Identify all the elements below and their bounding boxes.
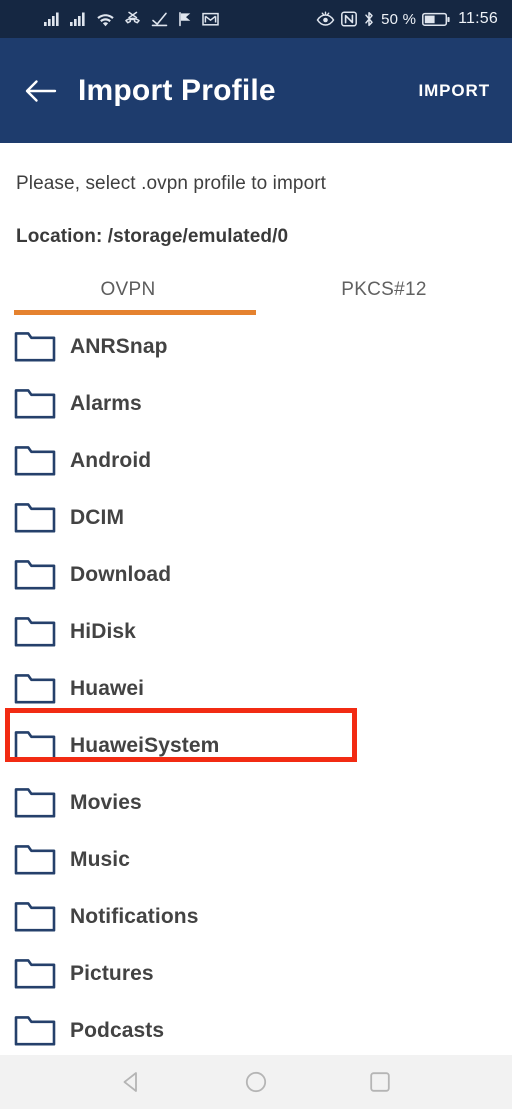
list-item-label: Alarms bbox=[70, 391, 142, 415]
folder-icon bbox=[14, 330, 56, 363]
list-item[interactable]: DCIM bbox=[0, 489, 512, 546]
list-item-label: Android bbox=[70, 448, 152, 472]
folder-icon bbox=[14, 957, 56, 990]
tab-ovpn[interactable]: OVPN bbox=[0, 272, 256, 315]
list-item[interactable]: Android bbox=[0, 432, 512, 489]
instruction-text: Please, select .ovpn profile to import bbox=[16, 173, 327, 194]
list-item-label: HiDisk bbox=[70, 619, 136, 643]
list-item[interactable]: Pictures bbox=[0, 945, 512, 1002]
list-item[interactable]: ANRSnap bbox=[0, 318, 512, 375]
list-item-label: Podcasts bbox=[70, 1018, 165, 1042]
list-item-label: Music bbox=[70, 847, 131, 871]
eye-comfort-icon bbox=[316, 10, 335, 28]
list-item-label: Download bbox=[70, 562, 172, 586]
import-button[interactable]: IMPORT bbox=[418, 81, 490, 101]
page-title: Import Profile bbox=[78, 73, 276, 107]
tab-pkcs12[interactable]: PKCS#12 bbox=[256, 272, 512, 315]
list-item-label: DCIM bbox=[70, 505, 125, 529]
folder-icon bbox=[14, 843, 56, 876]
tab-bar: OVPN PKCS#12 bbox=[0, 272, 512, 315]
wifi-icon bbox=[96, 10, 115, 28]
back-arrow-icon[interactable] bbox=[24, 74, 58, 108]
list-item[interactable]: Alarms bbox=[0, 375, 512, 432]
bluetooth-icon bbox=[363, 10, 375, 28]
list-item-download[interactable]: Download bbox=[0, 546, 512, 603]
battery-percent-label: 50 % bbox=[381, 10, 417, 28]
android-navigation-bar bbox=[0, 1055, 512, 1109]
signal-bars-sim1-icon bbox=[44, 10, 61, 28]
list-item-label: Huawei bbox=[70, 676, 145, 700]
folder-icon bbox=[14, 615, 56, 648]
status-bar: 50 % 11:56 bbox=[0, 0, 512, 38]
folder-icon bbox=[14, 900, 56, 933]
list-item[interactable]: Podcasts bbox=[0, 1002, 512, 1055]
status-bar-right-icons: 50 % 11:56 bbox=[316, 10, 498, 28]
clock-label: 11:56 bbox=[458, 10, 498, 27]
missed-call-icon bbox=[124, 10, 142, 28]
folder-icon bbox=[14, 672, 56, 705]
folder-icon bbox=[14, 1014, 56, 1047]
list-item-label: HuaweiSystem bbox=[70, 733, 220, 757]
phone-screen: 50 % 11:56 Import Profile IMPORT Please,… bbox=[0, 0, 512, 1109]
folder-icon bbox=[14, 786, 56, 819]
list-item[interactable]: HuaweiSystem bbox=[0, 717, 512, 774]
list-item-label: Notifications bbox=[70, 904, 199, 928]
location-label: Location: /storage/emulated/0 bbox=[16, 226, 289, 247]
folder-icon bbox=[14, 387, 56, 420]
folder-icon bbox=[14, 501, 56, 534]
folder-icon bbox=[14, 444, 56, 477]
signal-bars-sim2-icon bbox=[70, 10, 87, 28]
list-item[interactable]: Huawei bbox=[0, 660, 512, 717]
folder-icon bbox=[14, 729, 56, 762]
battery-icon bbox=[422, 10, 450, 28]
nav-back-button[interactable] bbox=[109, 1059, 155, 1105]
status-bar-left-icons bbox=[44, 10, 219, 28]
app-bar: Import Profile IMPORT bbox=[0, 38, 512, 143]
folder-icon bbox=[14, 558, 56, 591]
list-item[interactable]: HiDisk bbox=[0, 603, 512, 660]
list-item-label: Pictures bbox=[70, 961, 154, 985]
list-item-label: Movies bbox=[70, 790, 142, 814]
download-complete-icon bbox=[151, 10, 168, 28]
nav-recents-button[interactable] bbox=[357, 1059, 403, 1105]
list-item-label: ANRSnap bbox=[70, 334, 168, 358]
flag-icon bbox=[177, 10, 193, 28]
gmail-icon bbox=[202, 10, 219, 28]
list-item[interactable]: Notifications bbox=[0, 888, 512, 945]
list-item[interactable]: Movies bbox=[0, 774, 512, 831]
nav-home-button[interactable] bbox=[233, 1059, 279, 1105]
main-content: Please, select .ovpn profile to import L… bbox=[0, 143, 512, 1055]
nfc-icon bbox=[341, 10, 358, 28]
list-item[interactable]: Music bbox=[0, 831, 512, 888]
folder-list[interactable]: ANRSnap Alarms Android DCIM Download HiD… bbox=[0, 315, 512, 1055]
